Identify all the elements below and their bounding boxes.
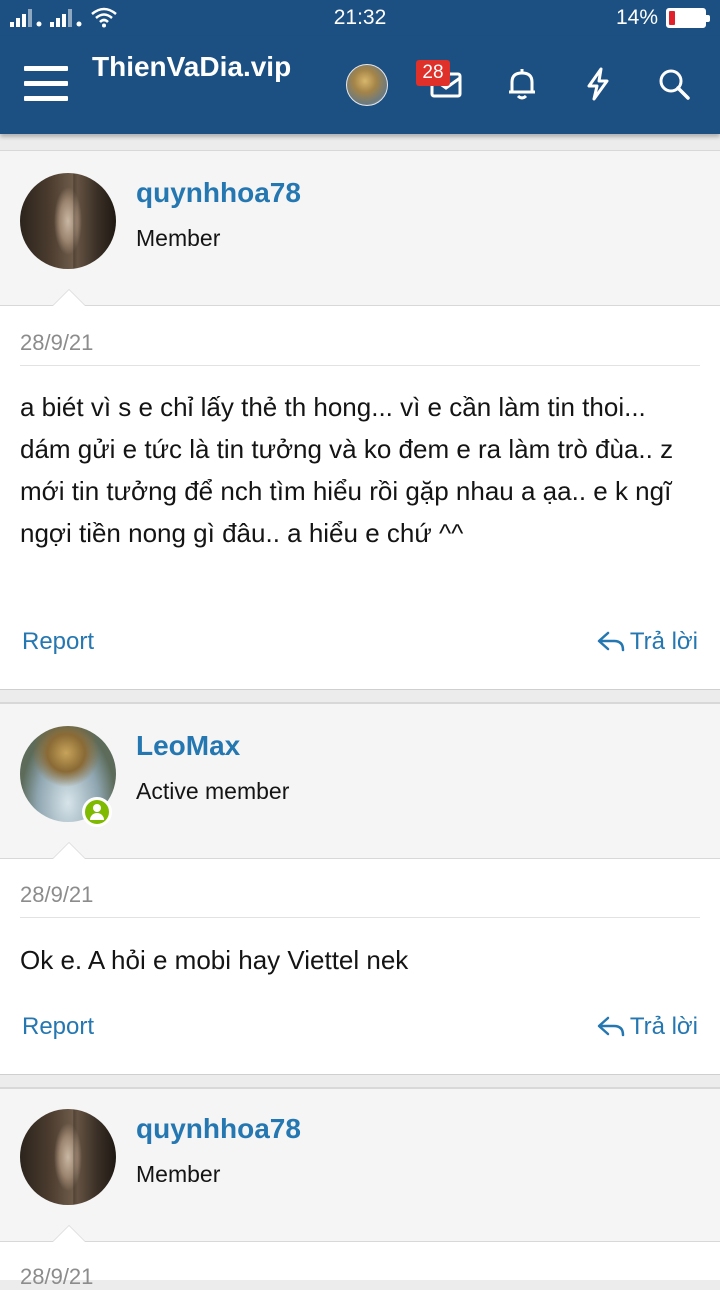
app-header: ThienVaDia.vip 28 — [0, 36, 720, 134]
post-author-block: quynhhoa78 Member — [0, 1088, 720, 1242]
post-author-block: quynhhoa78 Member — [0, 150, 720, 306]
menu-icon[interactable] — [24, 66, 68, 102]
battery-icon — [666, 8, 710, 28]
author-caret — [52, 289, 86, 306]
online-status-icon — [82, 797, 112, 827]
post-date[interactable]: 28/9/21 — [20, 882, 93, 908]
post: LeoMax Active member 28/9/21 Ok e. A hỏi… — [0, 703, 720, 1075]
user-avatar[interactable] — [20, 173, 116, 269]
author-caret — [52, 1225, 86, 1242]
messages-badge: 28 — [416, 60, 450, 86]
post-separator — [0, 1074, 720, 1088]
status-bar: 21:32 14% — [0, 0, 720, 36]
post: quynhhoa78 Member 28/9/21 — [0, 1088, 720, 1289]
post-date[interactable]: 28/9/21 — [20, 330, 93, 356]
user-title: Active member — [136, 778, 290, 804]
bolt-icon[interactable] — [578, 64, 618, 104]
report-link[interactable]: Report — [22, 628, 94, 656]
avatar[interactable] — [346, 64, 388, 106]
divider — [20, 365, 700, 366]
username[interactable]: quynhhoa78 — [136, 1113, 301, 1145]
username[interactable]: LeoMax — [136, 730, 240, 762]
clock: 21:32 — [333, 6, 387, 29]
user-avatar[interactable] — [20, 1109, 116, 1205]
reply-button[interactable]: Trả lời — [596, 1013, 698, 1041]
post-body: Ok e. A hỏi e mobi hay Viettel nek — [20, 945, 409, 975]
battery-percent: 14% — [615, 6, 658, 29]
post-author-block: LeoMax Active member — [0, 703, 720, 859]
reply-button[interactable]: Trả lời — [596, 628, 698, 656]
battery-status: 14% — [615, 6, 710, 30]
username[interactable]: quynhhoa78 — [136, 177, 301, 209]
report-link[interactable]: Report — [22, 1013, 94, 1041]
user-title: Member — [136, 225, 221, 251]
reply-label: Trả lời — [629, 1013, 698, 1040]
post: quynhhoa78 Member 28/9/21 a biét vì s e … — [0, 150, 720, 690]
reply-icon — [597, 1016, 625, 1037]
reply-label: Trả lời — [629, 628, 698, 655]
author-caret — [52, 842, 86, 859]
bell-icon[interactable] — [502, 64, 542, 104]
user-title: Member — [136, 1161, 221, 1187]
site-title[interactable]: ThienVaDia.vip — [92, 46, 292, 88]
post-date[interactable]: 28/9/21 — [20, 1264, 93, 1290]
divider — [20, 917, 700, 918]
search-icon[interactable] — [654, 64, 694, 104]
post-body: a biét vì s e chỉ lấy thẻ th hong... vì … — [20, 392, 674, 548]
post-separator — [0, 689, 720, 703]
reply-icon — [597, 631, 625, 652]
